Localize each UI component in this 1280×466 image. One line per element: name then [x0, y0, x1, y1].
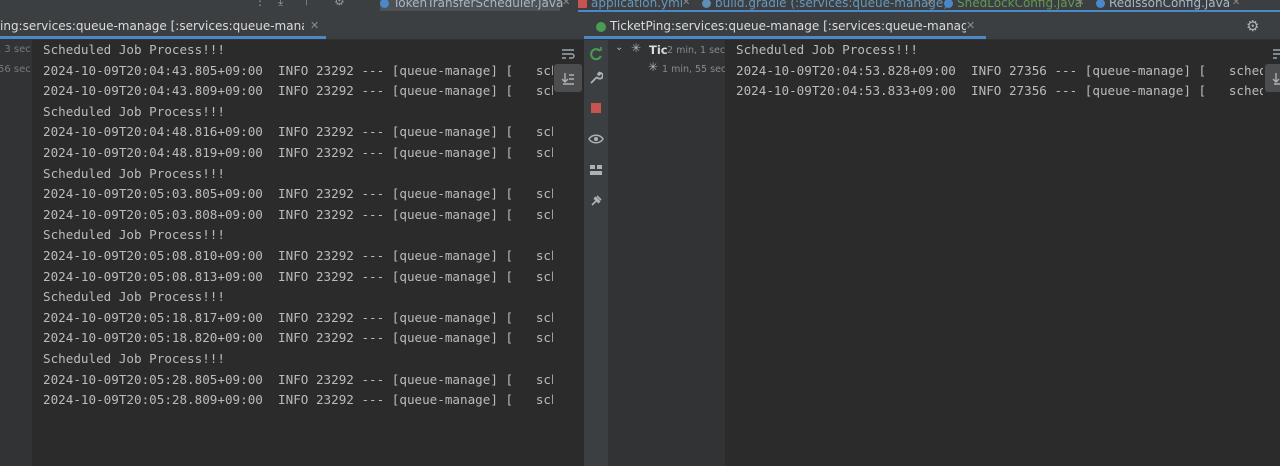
right-console-output[interactable]: Scheduled Job Process!!! 2024-10-09T20:04… — [736, 40, 1263, 466]
close-icon[interactable]: ✕ — [562, 0, 570, 11]
tree-root-time: 2 min, 1 sec — [667, 45, 725, 56]
console-line: 2024-10-09T20:05:28.805+09:00 INFO 23292… — [43, 371, 553, 387]
tree-time: 56 sec — [0, 64, 31, 75]
layout-icon[interactable] — [582, 156, 610, 184]
console-line: 2024-10-09T20:05:03.808+09:00 INFO 23292… — [43, 206, 553, 222]
java-class-icon — [380, 0, 389, 8]
java-class-icon — [1096, 0, 1105, 8]
gradle-icon — [702, 0, 711, 8]
scroll-to-end-icon[interactable] — [554, 64, 582, 92]
yaml-file-icon — [578, 0, 587, 8]
console-line: 2024-10-09T20:05:18.820+09:00 INFO 23292… — [43, 330, 553, 346]
console-line: 2024-10-09T20:04:43.809+09:00 INFO 23292… — [43, 83, 553, 99]
settings-wrench-icon[interactable] — [582, 64, 610, 92]
spinner-icon: ✳ — [631, 41, 642, 55]
console-line: Scheduled Job Process!!! — [43, 351, 225, 366]
left-console-output[interactable]: Scheduled Job Process!!! 2024-10-09T20:04… — [43, 40, 553, 466]
run-tool-window-toolbar — [584, 40, 608, 466]
tab-underline — [584, 36, 986, 39]
java-class-icon — [944, 0, 953, 8]
scroll-to-end-icon[interactable] — [1265, 64, 1280, 92]
console-line: 2024-10-09T20:04:48.816+09:00 INFO 23292… — [43, 124, 553, 140]
right-console-toolbar — [1263, 40, 1280, 466]
tab-underline — [0, 36, 326, 39]
download-icon[interactable]: ⤓ — [278, 0, 283, 9]
console-line: Scheduled Job Process!!! — [43, 227, 225, 243]
editor-tab-strip: ⚙ ⤓ ⤒ ⋮ TokenTransferScheduler.java ✕ ap… — [0, 0, 1280, 13]
spinner-icon: ✳ — [648, 60, 659, 74]
tree-time: , 3 sec — [0, 44, 31, 55]
active-tab-indicator — [578, 10, 1280, 12]
console-line: 2024-10-09T20:04:53.833+09:00 INFO 27356… — [736, 83, 1263, 99]
console-line: 2024-10-09T20:05:28.809+09:00 INFO 23292… — [43, 392, 553, 408]
console-line: Scheduled Job Process!!! — [736, 42, 918, 57]
console-line: 2024-10-09T20:05:18.817+09:00 INFO 23292… — [43, 309, 553, 325]
console-line: 2024-10-09T20:04:48.819+09:00 INFO 23292… — [43, 145, 553, 160]
tree-root-label[interactable]: Tic — [649, 43, 668, 57]
console-line: Scheduled Job Process!!! — [43, 289, 225, 305]
stop-icon[interactable] — [582, 94, 610, 122]
console-line: Scheduled Job Process!!! — [43, 103, 225, 119]
console-line: Scheduled Job Process!!! — [43, 42, 225, 57]
gear-icon[interactable]: ⚙ — [1246, 17, 1259, 35]
chevron-down-icon[interactable]: ⌄ — [615, 42, 623, 53]
editor-tab-token-transfer[interactable]: TokenTransferScheduler.java — [380, 0, 563, 11]
left-run-header: ing:services:queue-manage [:services:que… — [0, 13, 584, 40]
console-line: Scheduled Job Process!!! — [43, 165, 225, 181]
left-test-tree-gutter: , 3 sec 56 sec — [0, 40, 32, 466]
watch-eye-icon[interactable] — [582, 125, 610, 153]
console-line: 2024-10-09T20:04:53.828+09:00 INFO 27356… — [736, 62, 1263, 78]
run-config-icon — [596, 21, 606, 32]
console-line: 2024-10-09T20:05:08.810+09:00 INFO 23292… — [43, 248, 553, 263]
right-test-tree: ⌄ ✳ Tic 2 min, 1 sec ✳ 1 min, 55 sec — [608, 40, 725, 466]
upload-icon[interactable]: ⤒ — [304, 0, 309, 9]
console-line: 2024-10-09T20:05:08.813+09:00 INFO 23292… — [43, 268, 553, 284]
minimize-icon[interactable]: ⋮ — [254, 0, 266, 8]
console-line: 2024-10-09T20:05:03.805+09:00 INFO 23292… — [43, 186, 553, 202]
left-console-toolbar — [553, 40, 584, 466]
pin-icon[interactable] — [582, 187, 610, 215]
tree-child-time: 1 min, 55 sec — [662, 64, 725, 75]
console-line: 2024-10-09T20:04:43.805+09:00 INFO 23292… — [43, 62, 553, 78]
settings-gear-icon[interactable]: ⚙ — [334, 0, 345, 8]
right-run-header: TicketPing:services:queue-manage [:servi… — [584, 13, 1280, 40]
